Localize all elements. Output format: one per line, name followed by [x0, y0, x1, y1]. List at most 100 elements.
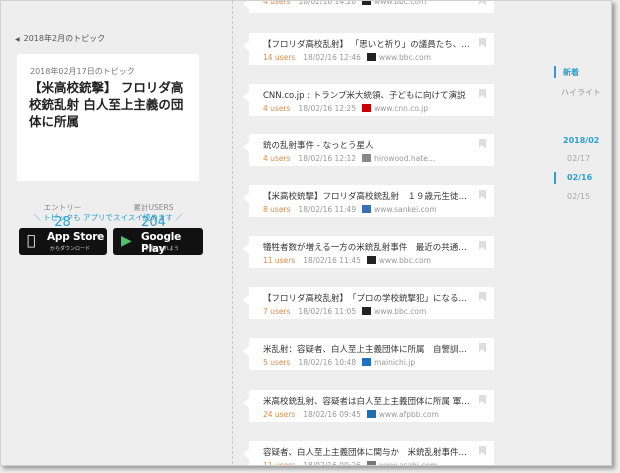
- hatena-icon: [362, 154, 372, 162]
- entry-title[interactable]: 米乱射：容疑者、白人至上主義団体に所属 自警訓練に...: [263, 343, 473, 355]
- entry-date: 18/02/16 11:05: [298, 307, 357, 316]
- entry-meta: 11 users 18/02/16 09:26 www.asahi.com: [263, 461, 437, 465]
- entry-users[interactable]: 11 users: [263, 461, 295, 465]
- entry-card[interactable]: CNN.co.jp : トランプ米大統領、子どもに向けて演説 4 users 18/…: [243, 84, 494, 116]
- bookmark-icon[interactable]: [479, 241, 486, 250]
- entry-card[interactable]: 4 users 18/02/16 14:20 www.bbc.com: [243, 0, 494, 13]
- topic-date: 2018年02月17日のトピック: [30, 67, 135, 76]
- entry-users[interactable]: 14 users: [263, 53, 295, 62]
- entry-title[interactable]: CNN.co.jp : トランプ米大統領、子どもに向けて演説: [263, 89, 473, 101]
- topic-card: 2018年02月17日のトピック 【米高校銃撃】 フロリダ高校銃乱射 白人至上主…: [17, 54, 199, 230]
- bookmark-icon[interactable]: [479, 343, 486, 352]
- entry-card[interactable]: 米高校銃乱射、容疑者は白人至上主義団体に所属 軍隊... 24 users 18/0…: [243, 390, 494, 422]
- sankei-icon: [362, 205, 372, 213]
- entry-notch: [243, 41, 249, 51]
- entry-card[interactable]: 銃の乱射事件 - なっとう星人 4 users 18/02/16 12:12 hiro…: [243, 134, 494, 166]
- entry-meta: 24 users 18/02/16 09:45 www.afpbb.com: [263, 410, 439, 419]
- entry-title[interactable]: 犠牲者数が増える一方の米銃乱射事件 最近の共通点 -...: [263, 241, 473, 253]
- nav-indicator: [554, 66, 556, 78]
- apple-icon: : [27, 233, 35, 249]
- entry-meta: 11 users 18/02/16 11:45 www.bbc.com: [263, 256, 431, 265]
- play-icon: ▶: [121, 233, 132, 249]
- afp-icon: [366, 410, 376, 418]
- entry-card[interactable]: 【フロリダ高校乱射】 「思いと祈り」の議員たち、N... 14 users 18/0…: [243, 33, 494, 65]
- entry-notch: [243, 193, 249, 203]
- entry-meta: 14 users 18/02/16 12:46 www.bbc.com: [263, 53, 431, 62]
- entry-users[interactable]: 4 users: [263, 154, 290, 163]
- entry-card[interactable]: 【米高校銃撃】フロリダ高校銃乱射 １９歳元生徒を訴... 8 users 18/02…: [243, 185, 494, 217]
- app-promo-text: ＼ トピックも アプリでスイスイ読めます ／: [33, 213, 183, 222]
- app-store-sub: からダウンロード: [50, 246, 91, 252]
- bbc-icon: [362, 1, 372, 5]
- entry-domain[interactable]: www.bbc.com: [379, 256, 431, 265]
- bookmark-icon[interactable]: [479, 139, 486, 148]
- entry-domain[interactable]: hirowood.hate...: [374, 154, 435, 163]
- app-store-name: App Store: [47, 231, 105, 243]
- entry-domain[interactable]: www.asahi.com: [379, 461, 437, 465]
- nav-date-indicator: [554, 172, 556, 184]
- divider: [17, 195, 199, 196]
- entry-notch: [243, 244, 249, 254]
- entry-title[interactable]: 【フロリダ高校乱射】 「プロの学校銃撃犯」になる予...: [263, 292, 473, 304]
- entry-card[interactable]: 犠牲者数が増える一方の米銃乱射事件 最近の共通点 -... 11 users 18/…: [243, 236, 494, 268]
- entry-users[interactable]: 5 users: [263, 358, 290, 367]
- entry-domain[interactable]: mainichi.jp: [374, 358, 415, 367]
- entry-notch: [243, 346, 249, 356]
- entry-users[interactable]: 4 users: [263, 1, 290, 6]
- entry-card[interactable]: 【フロリダ高校乱射】 「プロの学校銃撃犯」になる予... 7 users 18/02…: [243, 287, 494, 319]
- entry-title[interactable]: 【米高校銃撃】フロリダ高校銃乱射 １９歳元生徒を訴...: [263, 190, 473, 202]
- entry-notch: [243, 1, 249, 9]
- chevron-left-icon: ◀: [15, 36, 20, 43]
- entry-date: 18/02/16 14:20: [298, 0, 357, 6]
- entry-card[interactable]: 容疑者、白人至上主義団体に関与か 米銃乱射事件：朝... 11 users 18/0…: [243, 441, 494, 465]
- entry-notch: [243, 398, 249, 408]
- entry-date: 18/02/16 12:46: [303, 53, 361, 62]
- nav-new[interactable]: 新着: [563, 67, 579, 78]
- entry-date: 18/02/16 12:12: [298, 154, 357, 163]
- nav-date-0216[interactable]: 02/16: [567, 173, 592, 182]
- entry-notch: [243, 92, 249, 102]
- entry-date: 18/02/16 12:25: [298, 104, 357, 113]
- entry-users[interactable]: 7 users: [263, 307, 290, 316]
- entry-domain[interactable]: www.sankei.com: [374, 205, 437, 214]
- entry-card[interactable]: 米乱射：容疑者、白人至上主義団体に所属 自警訓練に... 5 users 18/02…: [243, 338, 494, 370]
- bookmark-icon[interactable]: [479, 292, 486, 301]
- google-play-button[interactable]: ▶ Google Play で手に入れよう: [113, 228, 203, 255]
- entry-domain[interactable]: www.cnn.co.jp: [374, 104, 428, 113]
- topic-title[interactable]: 【米高校銃撃】 フロリダ高校銃乱射 白人至上主義の団体に所属: [29, 79, 194, 130]
- bbc-icon: [366, 53, 376, 61]
- bookmark-icon[interactable]: [479, 1, 486, 5]
- entry-date: 18/02/16 11:45: [303, 256, 361, 265]
- app-store-button[interactable]:  App Store からダウンロード: [19, 228, 107, 255]
- bookmark-icon[interactable]: [479, 89, 486, 98]
- entry-domain[interactable]: www.bbc.com: [374, 1, 426, 6]
- entry-title[interactable]: 米高校銃乱射、容疑者は白人至上主義団体に所属 軍隊...: [263, 395, 473, 407]
- entry-title[interactable]: 容疑者、白人至上主義団体に関与か 米銃乱射事件：朝...: [263, 446, 473, 458]
- mainichi-icon: [362, 358, 372, 366]
- bookmark-icon[interactable]: [479, 38, 486, 47]
- timeline-line: [232, 1, 233, 465]
- entry-users[interactable]: 11 users: [263, 256, 295, 265]
- bookmark-icon[interactable]: [479, 446, 486, 455]
- entry-users[interactable]: 24 users: [263, 410, 295, 419]
- entry-users[interactable]: 4 users: [263, 104, 290, 113]
- entry-title[interactable]: 銃の乱射事件 - なっとう星人: [263, 139, 473, 151]
- back-to-month-link[interactable]: ◀ 2018年2月のトピック: [15, 33, 105, 44]
- entry-domain[interactable]: www.bbc.com: [379, 53, 431, 62]
- entry-meta: 7 users 18/02/16 11:05 www.bbc.com: [263, 307, 426, 316]
- nav-month[interactable]: 2018/02: [563, 136, 599, 145]
- entry-users[interactable]: 8 users: [263, 205, 290, 214]
- nav-highlight[interactable]: ハイライト: [561, 87, 601, 98]
- entry-title[interactable]: 【フロリダ高校乱射】 「思いと祈り」の議員たち、N...: [263, 38, 473, 50]
- nav-date-0217[interactable]: 02/17: [567, 154, 590, 163]
- bbc-icon: [362, 307, 372, 315]
- entry-notch: [243, 295, 249, 305]
- entry-domain[interactable]: www.bbc.com: [374, 307, 426, 316]
- bookmark-icon[interactable]: [479, 190, 486, 199]
- bookmark-icon[interactable]: [479, 395, 486, 404]
- entry-meta: 4 users 18/02/16 12:25 www.cnn.co.jp: [263, 104, 428, 113]
- nav-date-0215[interactable]: 02/15: [567, 192, 590, 201]
- entry-notch: [243, 449, 249, 459]
- cnn-icon: [362, 104, 372, 112]
- entry-domain[interactable]: www.afpbb.com: [379, 410, 439, 419]
